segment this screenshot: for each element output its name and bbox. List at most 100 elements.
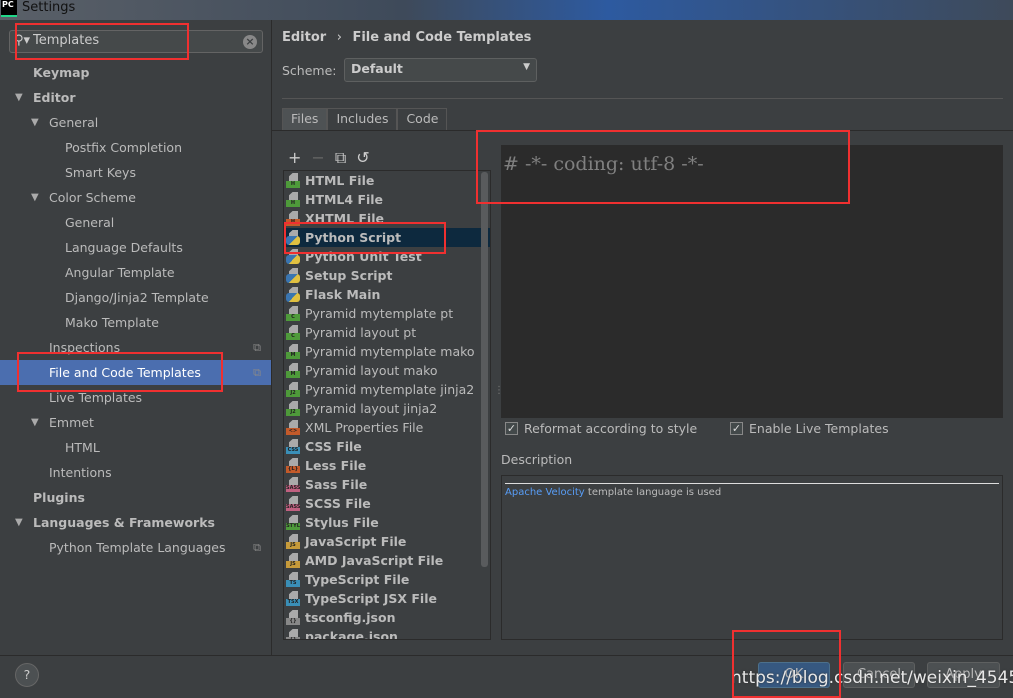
template-item[interactable]: JS JavaScript File (284, 532, 490, 551)
tree-item[interactable]: Language Defaults (0, 235, 271, 260)
template-editor[interactable]: # -*- coding: utf-8 -*- (501, 145, 1003, 418)
footer-divider (0, 655, 1013, 656)
live-templates-option[interactable]: ✓ Enable Live Templates (730, 421, 889, 436)
tree-item[interactable]: General (0, 210, 271, 235)
file-type-icon: JS (286, 553, 300, 568)
template-item[interactable]: <> XML Properties File (284, 418, 490, 437)
project-scope-icon: ⧉ (253, 341, 261, 354)
velocity-link[interactable]: Apache Velocity (505, 487, 585, 498)
tree-item[interactable]: Mako Template (0, 310, 271, 335)
template-item[interactable]: SASS SCSS File (284, 494, 490, 513)
file-type-icon: C (286, 306, 300, 321)
template-item[interactable]: TSX TypeScript JSX File (284, 589, 490, 608)
list-scrollbar[interactable] (481, 172, 488, 567)
tab-files[interactable]: Files (282, 108, 328, 130)
file-type-icon: H (286, 173, 300, 188)
template-name: Pyramid mytemplate jinja2 (305, 382, 475, 397)
file-type-icon: SASS (286, 496, 300, 511)
template-item[interactable]: {} tsconfig.json (284, 608, 490, 627)
template-name: XML Properties File (305, 420, 424, 435)
template-name: package.json (305, 629, 398, 640)
tree-item[interactable]: ▼ Emmet (0, 410, 271, 435)
template-item[interactable]: {L} Less File (284, 456, 490, 475)
template-name: Setup Script (305, 268, 393, 283)
tree-item-label: Angular Template (65, 265, 175, 280)
template-item[interactable]: H XHTML File (284, 209, 490, 228)
reformat-checkbox[interactable]: ✓ (505, 422, 518, 435)
scheme-dropdown[interactable]: Default ▼ (344, 58, 537, 82)
clear-search-icon[interactable]: × (243, 35, 257, 49)
copy-icon[interactable]: ⧉ (335, 148, 346, 168)
tree-item[interactable]: Keymap (0, 60, 271, 85)
template-name: JavaScript File (305, 534, 407, 549)
template-item[interactable]: CSS CSS File (284, 437, 490, 456)
search-field[interactable]: ⚲▾ × (9, 30, 263, 53)
template-item[interactable]: H HTML File (284, 171, 490, 190)
tab-code[interactable]: Code (397, 108, 448, 130)
template-item[interactable]: J2 Pyramid layout jinja2 (284, 399, 490, 418)
template-name: Pyramid layout jinja2 (305, 401, 438, 416)
window-title: Settings (22, 0, 76, 15)
expand-arrow-icon[interactable]: ▼ (31, 110, 39, 135)
tree-item[interactable]: Inspections ⧉ (0, 335, 271, 360)
tree-item[interactable]: ▼ Editor (0, 85, 271, 110)
template-item[interactable]: M Pyramid layout mako (284, 361, 490, 380)
template-item[interactable]: C Pyramid mytemplate pt (284, 304, 490, 323)
tree-item-label: Mako Template (65, 315, 159, 330)
template-item[interactable]: {} package.json (284, 627, 490, 640)
template-item[interactable]: Python Script (284, 228, 490, 247)
expand-arrow-icon[interactable]: ▼ (15, 85, 23, 110)
tree-item[interactable]: Angular Template (0, 260, 271, 285)
template-item[interactable]: TS TypeScript File (284, 570, 490, 589)
template-item[interactable]: STYL Stylus File (284, 513, 490, 532)
description-rule (505, 483, 999, 484)
template-item[interactable]: Flask Main (284, 285, 490, 304)
tree-item[interactable]: Live Templates (0, 385, 271, 410)
tree-item[interactable]: Django/Jinja2 Template (0, 285, 271, 310)
help-button[interactable]: ? (15, 663, 39, 687)
tree-item[interactable]: ▼ Languages & Frameworks (0, 510, 271, 535)
tree-item-label: Color Scheme (49, 190, 136, 205)
file-type-icon: J2 (286, 382, 300, 397)
chevron-down-icon: ▼ (523, 62, 530, 72)
search-input[interactable] (33, 33, 233, 48)
template-item[interactable]: Setup Script (284, 266, 490, 285)
template-name: Less File (305, 458, 367, 473)
expand-arrow-icon[interactable]: ▼ (15, 510, 23, 535)
expand-arrow-icon[interactable]: ▼ (31, 185, 39, 210)
tree-item-label: Emmet (49, 415, 94, 430)
remove-icon[interactable]: − (311, 148, 324, 168)
template-item[interactable]: Python Unit Test (284, 247, 490, 266)
template-item[interactable]: J2 Pyramid mytemplate jinja2 (284, 380, 490, 399)
tree-item[interactable]: ▼ General (0, 110, 271, 135)
file-type-icon: TSX (286, 591, 300, 606)
tree-item[interactable]: Intentions (0, 460, 271, 485)
reformat-option[interactable]: ✓ Reformat according to style (505, 421, 697, 436)
tree-item[interactable]: Smart Keys (0, 160, 271, 185)
tree-item[interactable]: Plugins (0, 485, 271, 510)
add-icon[interactable]: + (288, 148, 301, 168)
reset-icon[interactable]: ↺ (356, 148, 369, 168)
file-type-icon: {} (286, 629, 300, 639)
template-item[interactable]: JS AMD JavaScript File (284, 551, 490, 570)
tab-includes[interactable]: Includes (327, 108, 398, 130)
tree-item[interactable]: Postfix Completion (0, 135, 271, 160)
template-item[interactable]: H HTML4 File (284, 190, 490, 209)
breadcrumb-separator: › (336, 30, 342, 45)
template-name: Stylus File (305, 515, 379, 530)
list-toolbar: + − ⧉ ↺ (288, 148, 370, 168)
tree-item[interactable]: HTML (0, 435, 271, 460)
file-type-icon: JS (286, 534, 300, 549)
live-templates-checkbox[interactable]: ✓ (730, 422, 743, 435)
template-name: Pyramid mytemplate mako (305, 344, 475, 359)
tree-item[interactable]: File and Code Templates ⧉ (0, 360, 271, 385)
template-name: XHTML File (305, 211, 384, 226)
expand-arrow-icon[interactable]: ▼ (31, 410, 39, 435)
tree-item[interactable]: Python Template Languages ⧉ (0, 535, 271, 560)
file-type-icon: SASS (286, 477, 300, 492)
template-item[interactable]: M Pyramid mytemplate mako (284, 342, 490, 361)
tree-item[interactable]: ▼ Color Scheme (0, 185, 271, 210)
template-item[interactable]: C Pyramid layout pt (284, 323, 490, 342)
template-item[interactable]: SASS Sass File (284, 475, 490, 494)
tree-item-label: Keymap (33, 65, 90, 80)
